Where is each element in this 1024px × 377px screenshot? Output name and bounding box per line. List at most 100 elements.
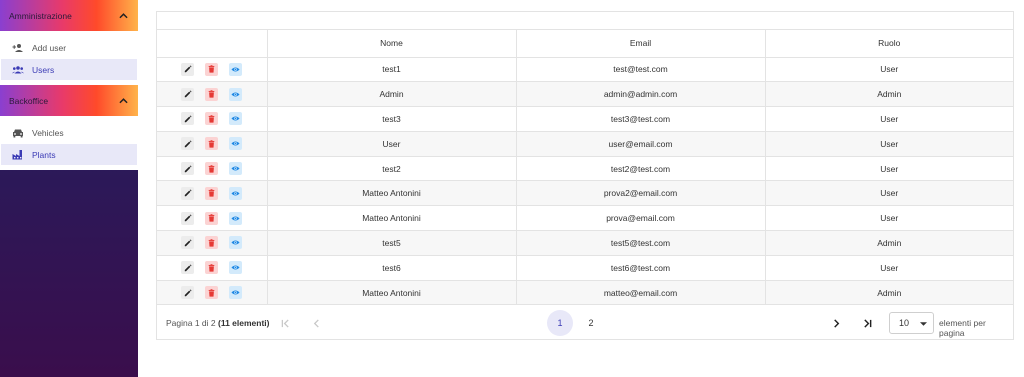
edit-icon[interactable] (181, 186, 195, 200)
cell-nome: test3 (267, 106, 517, 132)
view-icon[interactable] (229, 137, 243, 151)
person-add-icon (12, 42, 24, 54)
cell-email: prova2@email.com (516, 180, 766, 207)
first-page-icon[interactable] (277, 315, 293, 331)
view-icon[interactable] (229, 261, 243, 275)
delete-icon[interactable] (205, 62, 219, 76)
table-row[interactable]: test5 test5@test.com Admin (157, 230, 1013, 256)
cell-nome: Admin (267, 81, 517, 108)
view-icon[interactable] (229, 62, 243, 76)
table-toolbar (157, 12, 1013, 30)
edit-icon[interactable] (181, 112, 195, 126)
page-button-2[interactable]: 2 (578, 310, 604, 336)
delete-icon[interactable] (205, 236, 219, 250)
delete-icon[interactable] (205, 261, 219, 275)
group-header-backoffice[interactable]: Backoffice (0, 85, 138, 116)
table-row[interactable]: User user@email.com User (157, 131, 1013, 157)
next-page-icon[interactable] (828, 315, 844, 331)
view-icon[interactable] (229, 211, 243, 225)
row-actions-cell (157, 180, 268, 207)
table-row[interactable]: Matteo Antonini prova2@email.com User (157, 180, 1013, 207)
delete-icon[interactable] (205, 137, 219, 151)
table-row[interactable]: test2 test2@test.com User (157, 156, 1013, 182)
table-row[interactable]: test6 test6@test.com User (157, 255, 1013, 281)
delete-icon[interactable] (205, 162, 219, 176)
nav-list-backoffice: Vehicles Plants (0, 116, 138, 170)
delete-icon[interactable] (205, 286, 219, 300)
cell-ruolo: User (765, 205, 1013, 232)
cell-email: user@email.com (516, 131, 766, 157)
cell-nome: test6 (267, 255, 517, 281)
column-header-actions (157, 30, 268, 58)
edit-icon[interactable] (181, 211, 195, 225)
last-page-icon[interactable] (859, 315, 875, 331)
pagination-bar: Pagina 1 di 2 (11 elementi) 1 2 10 eleme… (157, 305, 1013, 342)
table-row[interactable]: Matteo Antonini prova@email.com User (157, 205, 1013, 232)
pagination-count-text: (11 elementi) (218, 318, 270, 329)
cell-email: test3@test.com (516, 106, 766, 132)
cell-ruolo: Admin (765, 230, 1013, 256)
table-row[interactable]: test1 test@test.com User (157, 57, 1013, 83)
table-header-row: Nome Email Ruolo (157, 30, 1013, 58)
sidebar-item-vehicles[interactable]: Vehicles (1, 122, 137, 143)
chevron-up-icon (118, 96, 128, 106)
edit-icon[interactable] (181, 236, 195, 250)
page-size-select[interactable]: 10 (889, 312, 934, 335)
view-icon[interactable] (229, 87, 243, 101)
row-actions-cell (157, 156, 268, 182)
cell-email: test6@test.com (516, 255, 766, 281)
view-icon[interactable] (229, 186, 243, 200)
cell-email: test2@test.com (516, 156, 766, 182)
group-title: Amministrazione (9, 10, 72, 21)
delete-icon[interactable] (205, 186, 219, 200)
view-icon[interactable] (229, 286, 243, 300)
edit-icon[interactable] (181, 87, 195, 101)
factory-icon (12, 149, 24, 161)
view-icon[interactable] (229, 236, 243, 250)
cell-nome: Matteo Antonini (267, 180, 517, 207)
row-actions-cell (157, 230, 268, 256)
edit-icon[interactable] (181, 137, 195, 151)
page-size-value: 10 (899, 318, 910, 329)
table-row[interactable]: Matteo Antonini matteo@email.com Admin (157, 280, 1013, 306)
cell-nome: Matteo Antonini (267, 205, 517, 232)
pagination-page-text: Pagina 1 di 2 (166, 318, 216, 329)
users-table-card: Nome Email Ruolo test1 test@test.com User A… (156, 11, 1014, 340)
delete-icon[interactable] (205, 112, 219, 126)
car-icon (12, 127, 24, 139)
view-icon[interactable] (229, 162, 243, 176)
edit-icon[interactable] (181, 261, 195, 275)
table-row[interactable]: test3 test3@test.com User (157, 106, 1013, 132)
row-actions-cell (157, 106, 268, 132)
column-header-nome[interactable]: Nome (267, 30, 517, 58)
cell-nome: test5 (267, 230, 517, 256)
delete-icon[interactable] (205, 211, 219, 225)
cell-nome: test2 (267, 156, 517, 182)
cell-nome: Matteo Antonini (267, 280, 517, 306)
cell-nome: User (267, 131, 517, 157)
delete-icon[interactable] (205, 87, 219, 101)
edit-icon[interactable] (181, 286, 195, 300)
row-actions-cell (157, 131, 268, 157)
cell-email: test5@test.com (516, 230, 766, 256)
cell-ruolo: User (765, 156, 1013, 182)
column-header-ruolo[interactable]: Ruolo (765, 30, 1013, 58)
group-header-amministrazione[interactable]: Amministrazione (0, 0, 138, 31)
cell-nome: test1 (267, 57, 517, 83)
sidebar-item-users[interactable]: Users (1, 59, 137, 80)
cell-ruolo: Admin (765, 81, 1013, 108)
cell-email: admin@admin.com (516, 81, 766, 108)
row-actions-cell (157, 81, 268, 108)
sidebar-item-label: Plants (32, 149, 56, 160)
previous-page-icon[interactable] (308, 315, 324, 331)
row-actions-cell (157, 57, 268, 83)
table-body: test1 test@test.com User Admin admin@admin.c… (157, 57, 1013, 306)
page-button-1[interactable]: 1 (547, 310, 573, 337)
sidebar-item-plants[interactable]: Plants (1, 144, 137, 165)
column-header-email[interactable]: Email (516, 30, 766, 58)
view-icon[interactable] (229, 112, 243, 126)
edit-icon[interactable] (181, 62, 195, 76)
sidebar-item-add-user[interactable]: Add user (1, 37, 137, 58)
edit-icon[interactable] (181, 162, 195, 176)
table-row[interactable]: Admin admin@admin.com Admin (157, 81, 1013, 108)
